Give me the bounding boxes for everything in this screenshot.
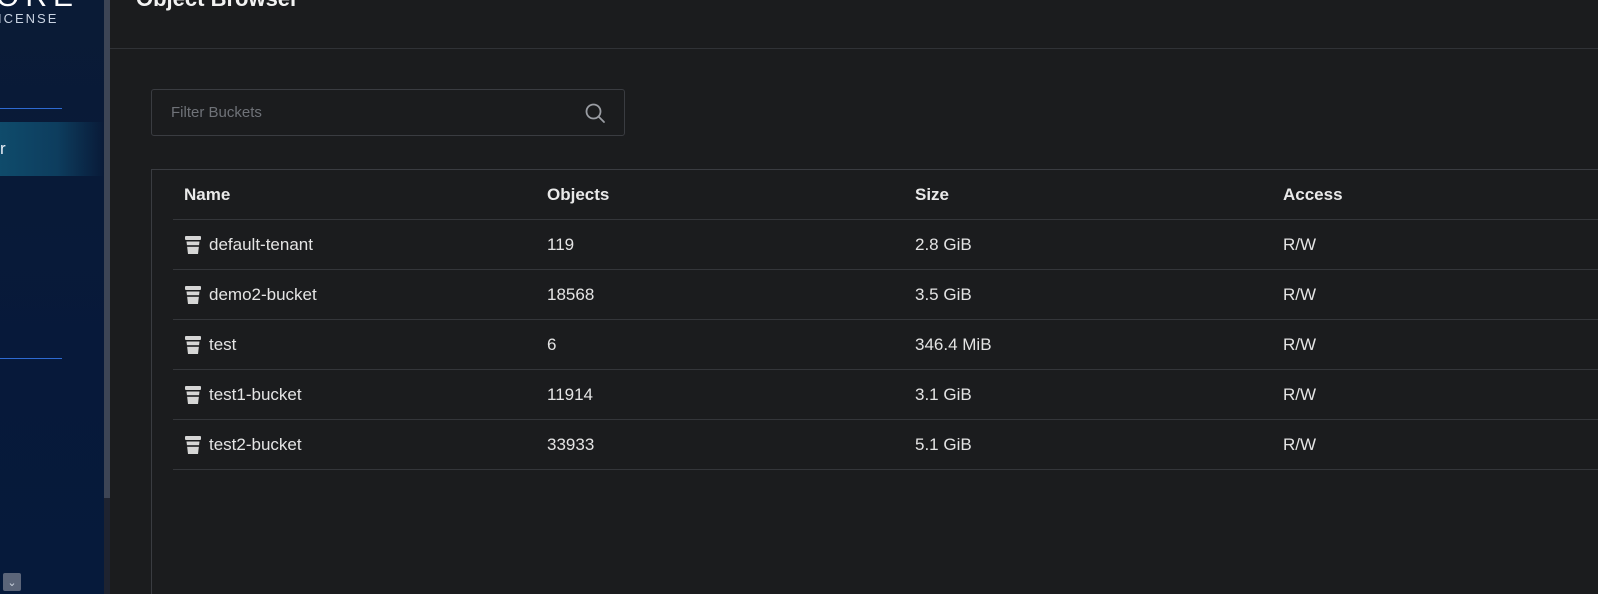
sidebar-scrollbar[interactable] <box>104 0 110 594</box>
bucket-name-cell[interactable]: test <box>184 320 236 369</box>
bucket-access: R/W <box>1283 434 1317 454</box>
bucket-name-cell[interactable]: default-tenant <box>184 220 313 269</box>
bucket-size: 3.5 GiB <box>915 284 972 304</box>
bucket-size: 2.8 GiB <box>915 234 972 254</box>
bucket-name[interactable]: test2-bucket <box>209 435 302 455</box>
bucket-name-cell[interactable]: test2-bucket <box>184 420 302 469</box>
page-title: Object Browser <box>136 0 299 12</box>
sidebar-item-label: ser <box>0 139 6 158</box>
sidebar-divider <box>0 358 62 359</box>
bucket-icon <box>185 285 201 304</box>
bucket-size: 5.1 GiB <box>915 434 972 454</box>
bucket-size: 3.1 GiB <box>915 384 972 404</box>
column-header-name[interactable]: Name <box>184 170 230 219</box>
table-row[interactable]: test1-bucket 11914 3.1 GiB R/W <box>173 370 1598 420</box>
table-row[interactable]: test 6 346.4 MiB R/W <box>173 320 1598 370</box>
bucket-objects: 11914 <box>547 384 594 404</box>
bucket-access: R/W <box>1283 334 1317 354</box>
search-icon[interactable] <box>584 102 606 124</box>
column-header-size[interactable]: Size <box>915 170 949 219</box>
filter-buckets-input[interactable] <box>152 90 572 135</box>
bucket-icon <box>185 385 201 404</box>
bucket-name-cell[interactable]: demo2-bucket <box>184 270 317 319</box>
column-header-access[interactable]: Access <box>1283 170 1343 219</box>
bucket-size: 346.4 MiB <box>915 334 992 354</box>
page-header: Object Browser <box>110 0 1598 49</box>
bucket-name[interactable]: default-tenant <box>209 235 313 255</box>
sidebar-item-object-browser[interactable]: ser <box>0 122 104 176</box>
buckets-table: Name Objects Size Access default-tenant … <box>151 169 1598 594</box>
chevron-down-icon[interactable]: ⌄ <box>3 573 21 591</box>
app-window: ORE ICENSE ser on ⌄ Object Browser Name … <box>0 0 1598 594</box>
bucket-access: R/W <box>1283 234 1317 254</box>
filter-buckets-box[interactable] <box>151 89 625 136</box>
bucket-icon <box>185 235 201 254</box>
bucket-name[interactable]: demo2-bucket <box>209 285 317 305</box>
bucket-name[interactable]: test <box>209 335 236 355</box>
table-row[interactable]: test2-bucket 33933 5.1 GiB R/W <box>173 420 1598 470</box>
brand-license-text: ICENSE <box>0 11 59 26</box>
bucket-name-cell[interactable]: test1-bucket <box>184 370 302 419</box>
bucket-icon <box>185 435 201 454</box>
sidebar-scrollbar-thumb[interactable] <box>104 0 110 498</box>
bucket-objects: 33933 <box>547 434 595 454</box>
bucket-access: R/W <box>1283 284 1317 304</box>
table-header-row: Name Objects Size Access <box>173 170 1598 220</box>
sidebar-divider <box>0 108 62 109</box>
sidebar-item-secondary[interactable]: on <box>0 245 104 299</box>
bucket-objects: 18568 <box>547 284 595 304</box>
bucket-objects: 119 <box>547 234 575 254</box>
sidebar-item-label: on <box>0 262 1 282</box>
bucket-objects: 6 <box>547 334 557 354</box>
table-row[interactable]: demo2-bucket 18568 3.5 GiB R/W <box>173 270 1598 320</box>
bucket-icon <box>185 335 201 354</box>
table-row[interactable]: default-tenant 119 2.8 GiB R/W <box>173 220 1598 270</box>
bucket-name[interactable]: test1-bucket <box>209 385 302 405</box>
column-header-objects[interactable]: Objects <box>547 170 609 219</box>
bucket-access: R/W <box>1283 384 1317 404</box>
sidebar: ORE ICENSE ser on ⌄ <box>0 0 104 594</box>
